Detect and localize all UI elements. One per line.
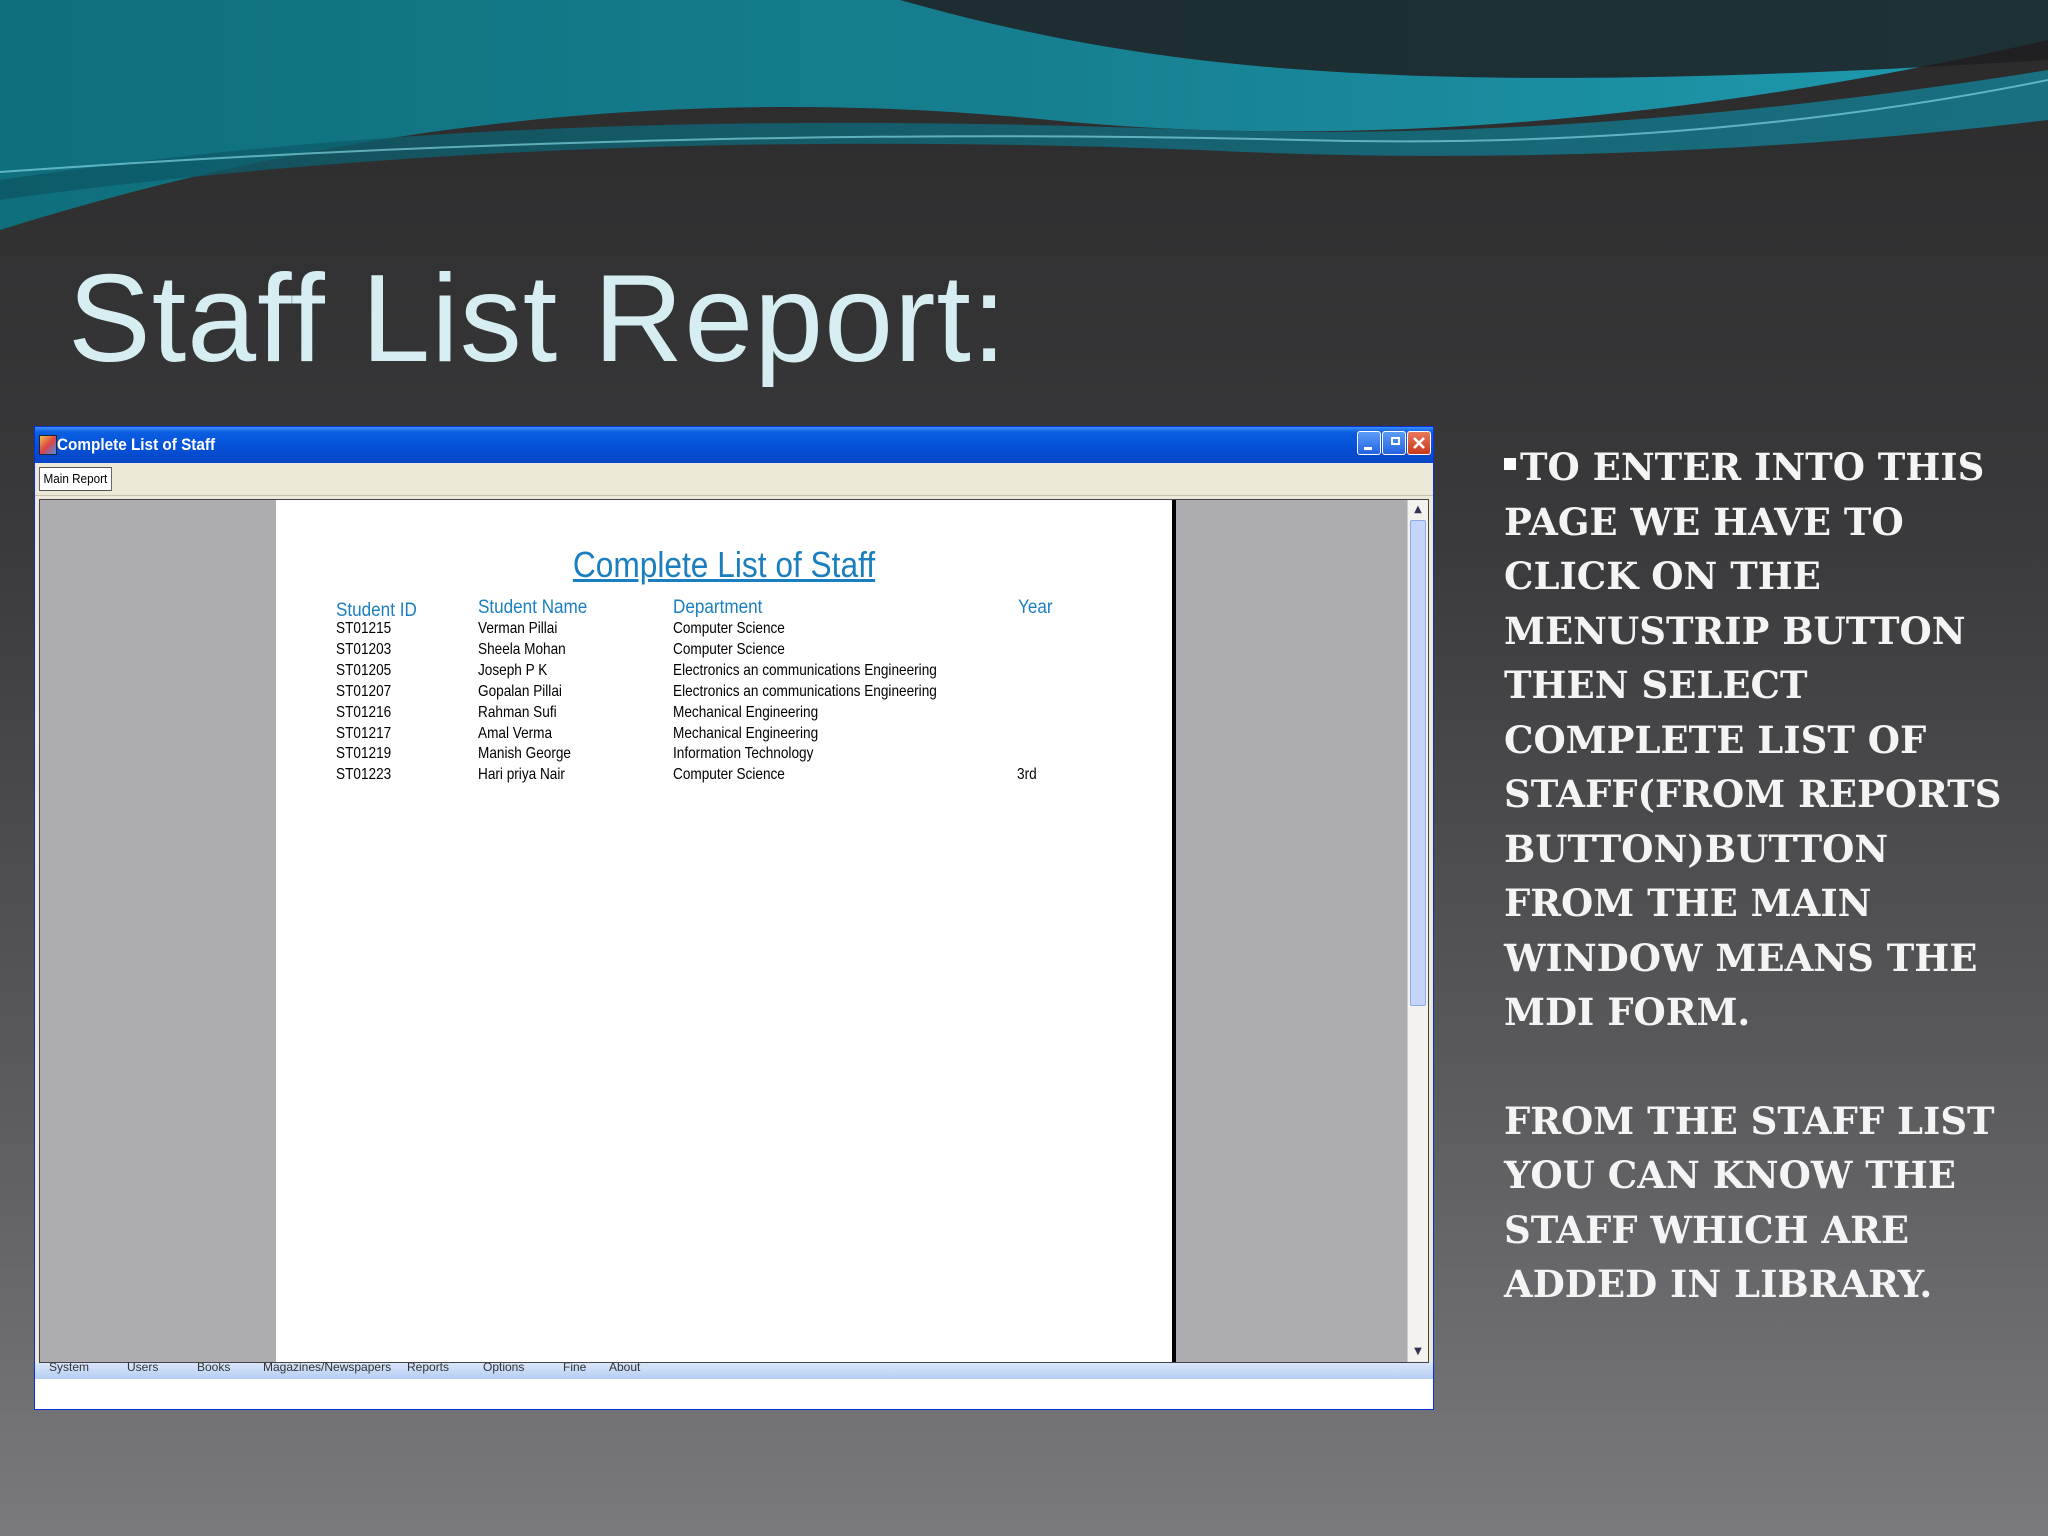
minimize-icon bbox=[1364, 447, 1372, 450]
vertical-scrollbar[interactable]: ▲ ▼ bbox=[1407, 500, 1428, 1362]
cell-student-id: ST01219 bbox=[336, 745, 392, 762]
restore-button[interactable] bbox=[1382, 431, 1406, 455]
menu-strip: Main Report bbox=[35, 463, 1433, 496]
window-titlebar[interactable]: Complete List of Staff bbox=[35, 427, 1433, 463]
menu-item-options[interactable]: Options bbox=[483, 1363, 524, 1373]
menu-item-system[interactable]: System bbox=[49, 1363, 89, 1373]
cell-student-name: Sheela Mohan bbox=[478, 641, 566, 658]
main-report-button[interactable]: Main Report bbox=[39, 467, 112, 491]
cell-department: Information Technology bbox=[673, 745, 814, 762]
bullet-icon bbox=[1504, 458, 1516, 470]
report-page: Complete List of Staff Student ID Studen… bbox=[276, 500, 1176, 1362]
cell-student-name: Gopalan Pillai bbox=[478, 683, 562, 700]
scroll-up-arrow-icon[interactable]: ▲ bbox=[1410, 502, 1426, 518]
cell-department: Computer Science bbox=[673, 620, 785, 637]
cell-student-name: Manish George bbox=[478, 745, 571, 762]
header-wave-decoration bbox=[0, 0, 2048, 230]
cell-department: Electronics an communications Engineerin… bbox=[673, 683, 937, 700]
cell-department: Electronics an communications Engineerin… bbox=[673, 662, 937, 679]
minimize-button[interactable] bbox=[1357, 431, 1381, 455]
instruction-paragraph-2: From the Staff List you can know the sta… bbox=[1504, 1098, 1995, 1307]
report-title: Complete List of Staff bbox=[572, 544, 876, 585]
cell-student-id: ST01203 bbox=[336, 641, 392, 658]
column-header-department: Department bbox=[673, 597, 763, 618]
cell-student-id: ST01217 bbox=[336, 725, 392, 742]
cell-student-name: Rahman Sufi bbox=[478, 704, 557, 721]
cell-student-id: ST01216 bbox=[336, 704, 392, 721]
menu-item-magazines[interactable]: Magazines/Newspapers bbox=[263, 1363, 391, 1373]
cell-department: Computer Science bbox=[673, 766, 785, 783]
app-icon bbox=[39, 435, 57, 455]
close-button[interactable] bbox=[1407, 431, 1431, 455]
column-header-student-name: Student Name bbox=[478, 597, 588, 618]
cell-department: Computer Science bbox=[673, 641, 785, 658]
instruction-text: To enter into this page we have to click… bbox=[1504, 440, 2024, 1312]
restore-icon bbox=[1391, 437, 1400, 445]
cell-student-id: ST01205 bbox=[336, 662, 392, 679]
cell-department: Mechanical Engineering bbox=[673, 704, 819, 721]
menu-item-books[interactable]: Books bbox=[197, 1363, 230, 1373]
report-viewer: Complete List of Staff Student ID Studen… bbox=[39, 499, 1429, 1363]
cell-student-name: Verman Pillai bbox=[478, 620, 558, 637]
report-window: Complete List of Staff Main Report Compl… bbox=[34, 426, 1434, 1410]
cell-student-name: Hari priya Nair bbox=[478, 766, 565, 783]
cell-student-name: Joseph P K bbox=[478, 662, 548, 679]
window-title: Complete List of Staff bbox=[57, 435, 216, 454]
cell-student-name: Amal Verma bbox=[478, 725, 553, 742]
instruction-paragraph-1: To enter into this page we have to click… bbox=[1504, 445, 2002, 1034]
cell-student-id: ST01207 bbox=[336, 683, 392, 700]
cell-student-id: ST01223 bbox=[336, 766, 392, 783]
scroll-down-arrow-icon[interactable]: ▼ bbox=[1410, 1344, 1426, 1360]
cell-year: 3rd bbox=[1017, 766, 1037, 783]
scrollbar-thumb[interactable] bbox=[1410, 520, 1426, 1006]
slide-title: Staff List Report: bbox=[68, 250, 1008, 388]
menu-item-reports[interactable]: Reports bbox=[407, 1363, 449, 1373]
cell-department: Mechanical Engineering bbox=[673, 725, 819, 742]
menu-item-users[interactable]: Users bbox=[127, 1363, 158, 1373]
column-header-year: Year bbox=[1018, 597, 1053, 618]
cell-student-id: ST01215 bbox=[336, 620, 392, 637]
mdi-menu-strip-partial: System Users Books Magazines/Newspapers … bbox=[35, 1363, 1433, 1379]
window-bottom-area bbox=[35, 1379, 1433, 1409]
menu-item-fine[interactable]: Fine bbox=[563, 1363, 586, 1373]
menu-item-about[interactable]: About bbox=[609, 1363, 640, 1373]
close-icon bbox=[1413, 437, 1425, 449]
